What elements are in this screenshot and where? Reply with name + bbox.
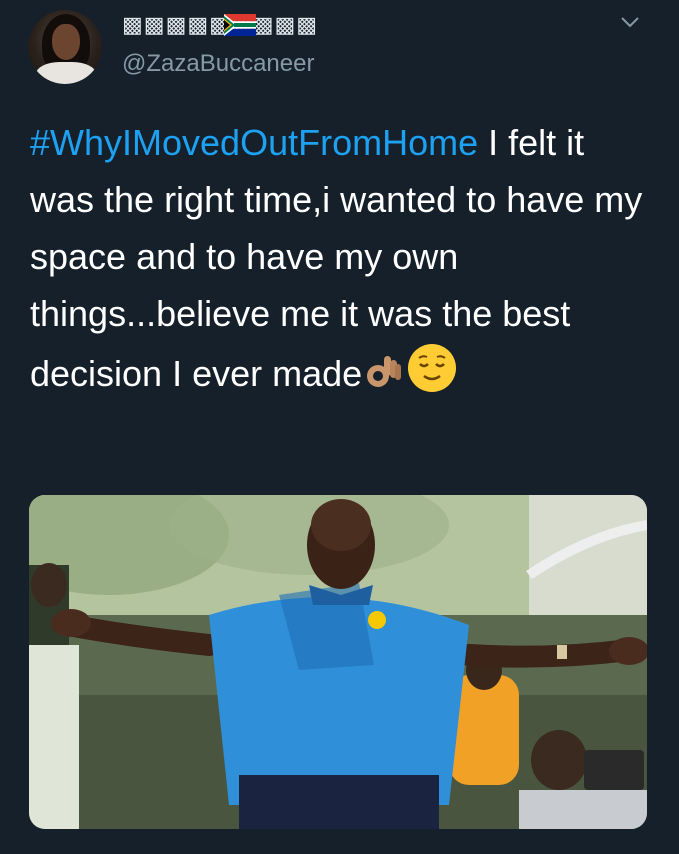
hashtag-link[interactable]: #WhyIMovedOutFromHome <box>30 122 478 163</box>
tweet-text: #WhyIMovedOutFromHome I felt it was the … <box>30 114 655 402</box>
tweet-card: ▩▩▩▩▩▩▩▩▩ @ZazaBuccaneer #WhyIMovedOutFr… <box>0 0 679 854</box>
relieved-face-emoji <box>408 344 457 392</box>
user-handle[interactable]: @ZazaBuccaneer <box>122 50 314 78</box>
chevron-down-icon[interactable] <box>618 12 642 32</box>
avatar[interactable] <box>28 10 102 84</box>
display-name[interactable]: ▩▩▩▩▩▩▩▩▩ <box>122 12 318 38</box>
ok-hand-emoji <box>367 356 402 387</box>
tweet-media-image[interactable] <box>29 495 647 829</box>
south-africa-flag-icon <box>224 14 256 36</box>
photo-illustration <box>29 495 647 829</box>
